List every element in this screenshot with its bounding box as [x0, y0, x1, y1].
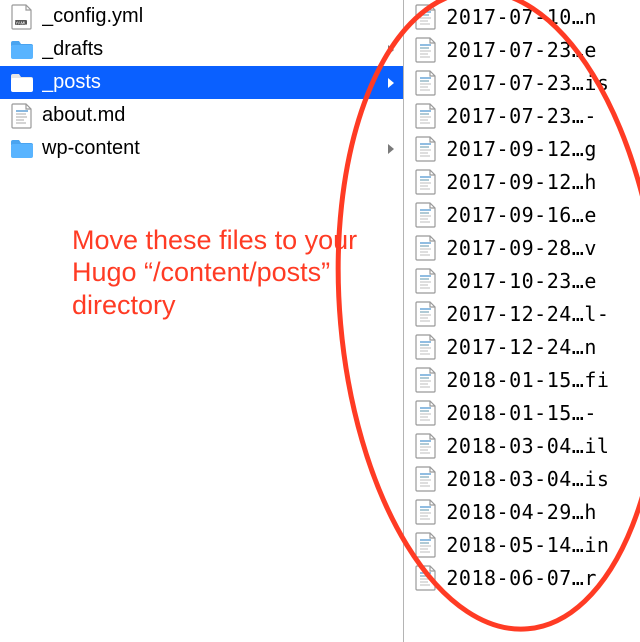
markdown-file-icon [412, 366, 440, 394]
column-posts-files: 2017-07-10…n 2017-07-23…e 2017-07-23…is … [404, 0, 640, 642]
folder-row-drafts[interactable]: _drafts [0, 33, 403, 66]
folder-label: wp-content [42, 137, 383, 160]
markdown-file-icon [412, 465, 440, 493]
markdown-file-icon [412, 36, 440, 64]
folder-row-posts[interactable]: _posts [0, 66, 403, 99]
file-label: 2017-07-23…is [446, 71, 636, 95]
file-row[interactable]: 2018-06-07…r [404, 561, 640, 594]
file-row[interactable]: 2018-03-04…il [404, 429, 640, 462]
file-row[interactable]: 2018-04-29…h [404, 495, 640, 528]
file-row[interactable]: 2017-12-24…n [404, 330, 640, 363]
file-label: 2017-09-28…v [446, 236, 636, 260]
file-row-config-yml[interactable]: YAML _config.yml [0, 0, 403, 33]
folder-row-wp-content[interactable]: wp-content [0, 132, 403, 165]
markdown-file-icon [8, 102, 36, 130]
markdown-file-icon [412, 432, 440, 460]
file-row[interactable]: 2017-09-12…h [404, 165, 640, 198]
file-row[interactable]: 2017-09-12…g [404, 132, 640, 165]
markdown-file-icon [412, 531, 440, 559]
file-label: 2017-07-23…e [446, 38, 636, 62]
markdown-file-icon [412, 498, 440, 526]
file-label: 2018-04-29…h [446, 500, 636, 524]
markdown-file-icon [412, 399, 440, 427]
folder-icon [8, 135, 36, 163]
file-row[interactable]: 2018-01-15…- [404, 396, 640, 429]
file-label: 2018-03-04…is [446, 467, 636, 491]
file-row[interactable]: 2018-05-14…in [404, 528, 640, 561]
column-parent: YAML _config.yml _drafts [0, 0, 404, 642]
file-row[interactable]: 2018-03-04…is [404, 462, 640, 495]
file-label: 2017-12-24…l- [446, 302, 636, 326]
markdown-file-icon [412, 333, 440, 361]
markdown-file-icon [412, 102, 440, 130]
file-row[interactable]: 2018-01-15…fi [404, 363, 640, 396]
file-row[interactable]: 2017-07-23…- [404, 99, 640, 132]
file-row[interactable]: 2017-09-28…v [404, 231, 640, 264]
file-label: about.md [42, 104, 399, 127]
disclosure-arrow-icon [383, 77, 399, 89]
file-label: _config.yml [42, 5, 399, 28]
file-label: 2018-05-14…in [446, 533, 636, 557]
file-label: 2017-07-23…- [446, 104, 636, 128]
svg-text:YAML: YAML [15, 20, 27, 25]
file-label: 2018-01-15…- [446, 401, 636, 425]
file-row[interactable]: 2017-07-10…n [404, 0, 640, 33]
markdown-file-icon [412, 564, 440, 592]
markdown-file-icon [412, 168, 440, 196]
file-label: 2018-03-04…il [446, 434, 636, 458]
markdown-file-icon [412, 300, 440, 328]
markdown-file-icon [412, 267, 440, 295]
folder-label: _posts [42, 71, 383, 94]
file-row[interactable]: 2017-09-16…e [404, 198, 640, 231]
markdown-file-icon [412, 135, 440, 163]
file-label: 2017-09-16…e [446, 203, 636, 227]
disclosure-arrow-icon [383, 143, 399, 155]
file-row-about-md[interactable]: about.md [0, 99, 403, 132]
file-label: 2017-09-12…g [446, 137, 636, 161]
folder-label: _drafts [42, 38, 383, 61]
file-row[interactable]: 2017-12-24…l- [404, 297, 640, 330]
file-row[interactable]: 2017-10-23…e [404, 264, 640, 297]
markdown-file-icon [412, 69, 440, 97]
markdown-file-icon [412, 201, 440, 229]
file-label: 2017-09-12…h [446, 170, 636, 194]
yaml-file-icon: YAML [8, 3, 36, 31]
disclosure-arrow-icon [383, 44, 399, 56]
finder-columns: YAML _config.yml _drafts [0, 0, 640, 642]
file-label: 2017-10-23…e [446, 269, 636, 293]
markdown-file-icon [412, 234, 440, 262]
file-label: 2017-07-10…n [446, 5, 636, 29]
file-row[interactable]: 2017-07-23…is [404, 66, 640, 99]
folder-icon [8, 69, 36, 97]
file-label: 2018-06-07…r [446, 566, 636, 590]
file-label: 2017-12-24…n [446, 335, 636, 359]
file-label: 2018-01-15…fi [446, 368, 636, 392]
file-row[interactable]: 2017-07-23…e [404, 33, 640, 66]
folder-icon [8, 36, 36, 64]
markdown-file-icon [412, 3, 440, 31]
